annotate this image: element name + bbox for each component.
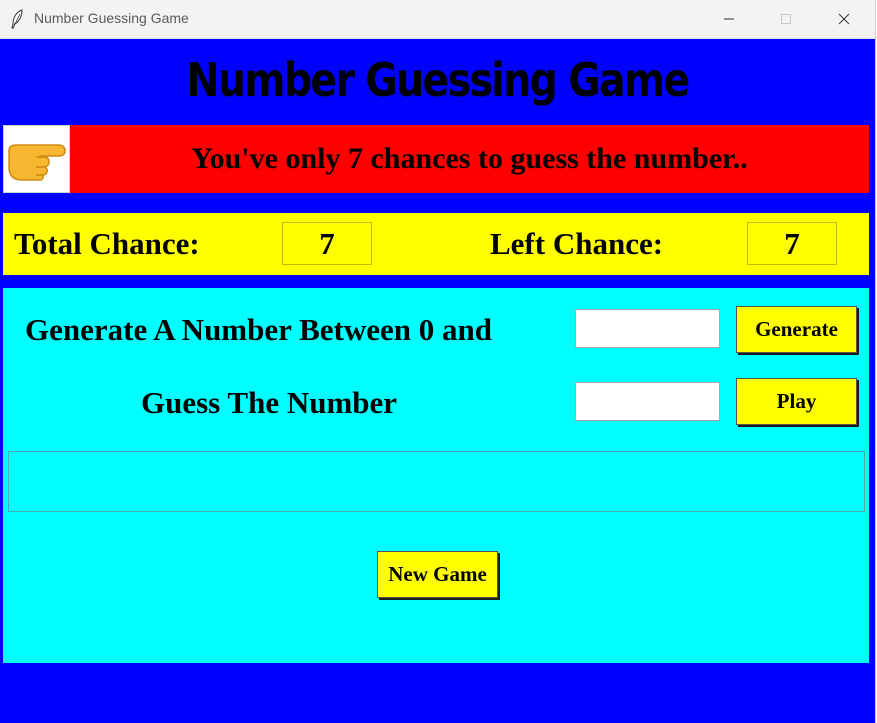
feather-icon xyxy=(10,9,24,29)
total-chance-value: 7 xyxy=(282,222,372,265)
game-title: Number Guessing Game xyxy=(186,53,690,107)
guess-input[interactable] xyxy=(575,382,720,421)
generate-label: Generate A Number Between 0 and xyxy=(25,312,492,347)
minimize-button[interactable] xyxy=(700,0,757,38)
generate-button[interactable]: Generate xyxy=(736,306,857,353)
new-game-button[interactable]: New Game xyxy=(377,551,498,598)
maximize-button[interactable] xyxy=(757,0,814,38)
total-chance-label: Total Chance: xyxy=(14,226,200,261)
guess-label: Guess The Number xyxy=(141,385,398,420)
chance-bar: Total Chance: 7 Left Chance: 7 xyxy=(3,213,869,275)
hint-banner: You've only 7 chances to guess the numbe… xyxy=(3,125,869,193)
title-bar[interactable]: Number Guessing Game xyxy=(0,0,875,39)
range-max-input[interactable] xyxy=(575,309,720,348)
left-chance-label: Left Chance: xyxy=(490,226,664,261)
close-icon xyxy=(838,10,850,29)
hint-text: You've only 7 chances to guess the numbe… xyxy=(191,142,748,175)
result-message xyxy=(8,451,865,512)
minimize-icon xyxy=(723,10,735,29)
app-window: Number Guessing Game Number Guessing Gam… xyxy=(0,0,876,723)
game-area: Number Guessing Game You've only 7 chanc… xyxy=(0,39,875,723)
play-button[interactable]: Play xyxy=(736,378,857,425)
left-chance-value: 7 xyxy=(747,222,837,265)
maximize-icon xyxy=(780,10,792,29)
close-button[interactable] xyxy=(815,0,872,38)
window-title: Number Guessing Game xyxy=(34,10,189,26)
game-panel: Generate A Number Between 0 and Generate… xyxy=(3,288,869,663)
pointing-hand-icon xyxy=(3,125,70,193)
